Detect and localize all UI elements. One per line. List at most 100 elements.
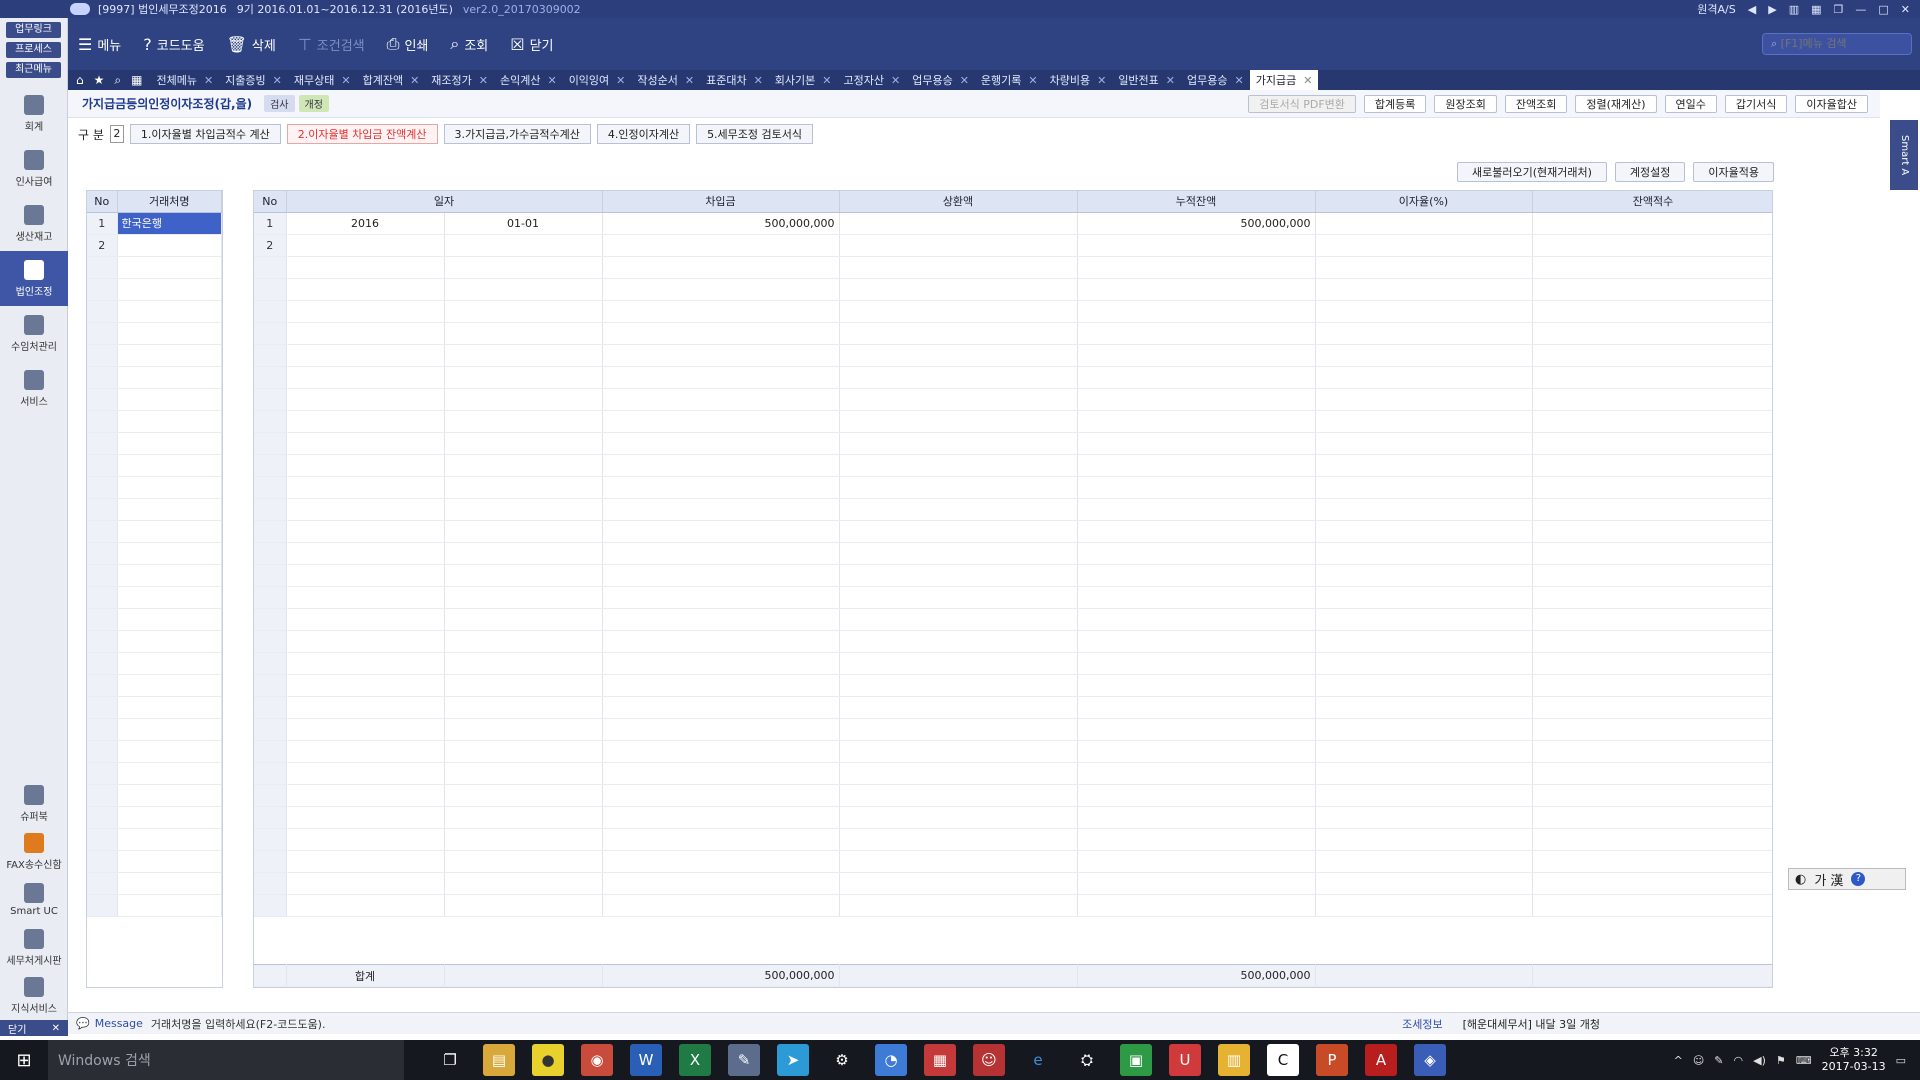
tab-driving-log[interactable]: 운행기록 ✕ [975,70,1044,90]
empty-cell[interactable] [1532,696,1772,719]
subtab-imputed-interest[interactable]: 4.인정이자계산 [596,124,691,144]
empty-cell[interactable] [602,454,840,477]
empty-cell[interactable] [839,894,1078,917]
people-tray-icon[interactable]: ☺ [1693,1054,1704,1067]
empty-row[interactable] [254,256,1772,279]
empty-row[interactable] [254,894,1772,917]
empty-cell[interactable] [1532,740,1772,763]
empty-cell[interactable] [839,564,1078,587]
empty-cell[interactable] [1315,608,1533,631]
empty-cell[interactable] [117,322,222,345]
empty-row[interactable] [254,762,1772,785]
empty-cell[interactable] [444,850,603,873]
empty-cell[interactable] [1077,454,1316,477]
empty-cell[interactable] [839,586,1078,609]
empty-cell[interactable] [1077,608,1316,631]
empty-cell[interactable] [1532,366,1772,389]
empty-cell[interactable] [602,498,840,521]
empty-cell[interactable] [286,674,445,697]
empty-cell[interactable] [602,564,840,587]
empty-cell[interactable] [117,828,222,851]
empty-row[interactable] [254,718,1772,741]
empty-cell[interactable] [1532,410,1772,433]
empty-cell[interactable] [839,542,1078,565]
empty-cell[interactable] [1077,894,1316,917]
empty-row[interactable] [254,476,1772,499]
empty-cell[interactable] [444,476,603,499]
account-settings-button[interactable]: 계정설정 [1614,162,1686,182]
empty-cell[interactable] [602,256,840,279]
network-icon[interactable]: ⚙ [826,1044,858,1076]
empty-row[interactable] [254,674,1772,697]
empty-cell[interactable] [602,608,840,631]
empty-cell[interactable] [602,344,840,367]
empty-cell[interactable] [444,542,603,565]
empty-row[interactable] [254,630,1772,653]
empty-cell[interactable] [1315,432,1533,455]
empty-cell[interactable] [286,344,445,367]
empty-cell[interactable] [1532,520,1772,543]
empty-cell[interactable] [117,894,222,917]
empty-cell[interactable] [286,586,445,609]
empty-cell[interactable] [1077,476,1316,499]
tab-close-icon[interactable]: ✕ [1097,74,1106,87]
empty-cell[interactable] [839,806,1078,829]
empty-row[interactable] [87,608,222,631]
empty-cell[interactable] [602,542,840,565]
empty-cell[interactable] [1077,850,1316,873]
interest-rate-sum-button[interactable]: 이자율합산 [1795,95,1868,113]
empty-row[interactable] [254,652,1772,675]
empty-row[interactable] [87,498,222,521]
tab-trial-balance[interactable]: 합계잔액 ✕ [357,70,426,90]
empty-cell[interactable] [286,520,445,543]
red-app-icon[interactable]: U [1169,1044,1201,1076]
empty-cell[interactable] [602,278,840,301]
sidebar-item-service[interactable]: 서비스 [0,361,68,416]
empty-row[interactable] [254,520,1772,543]
empty-row[interactable] [254,454,1772,477]
flag-icon[interactable]: ⚑ [1776,1054,1786,1067]
empty-cell[interactable] [602,762,840,785]
empty-row[interactable] [87,388,222,411]
empty-row[interactable] [254,388,1772,411]
tab-standard-balance[interactable]: 표준대차 ✕ [700,70,769,90]
empty-cell[interactable] [839,366,1078,389]
empty-cell[interactable] [839,872,1078,895]
tab-close-icon[interactable]: ✕ [479,74,488,87]
empty-cell[interactable] [286,762,445,785]
empty-cell[interactable] [444,256,603,279]
empty-cell[interactable] [1315,762,1533,785]
empty-row[interactable] [254,542,1772,565]
empty-cell[interactable] [839,388,1078,411]
empty-cell[interactable] [839,850,1078,873]
empty-cell[interactable] [286,432,445,455]
empty-cell[interactable] [286,652,445,675]
tax-app-icon[interactable]: ◈ [1414,1044,1446,1076]
sidebar-item-payroll[interactable]: 인사급여 [0,141,68,196]
back-arrow-icon[interactable]: ◀ [1748,3,1756,16]
empty-row[interactable] [87,256,222,279]
empty-cell[interactable] [286,806,445,829]
empty-cell[interactable] [602,718,840,741]
chevron-up-icon[interactable]: ^ [1674,1054,1683,1067]
empty-cell[interactable] [1532,542,1772,565]
windows-start-icon[interactable]: ⊞ [0,1040,48,1080]
section-number-input[interactable]: 2 [109,125,124,143]
home-icon[interactable]: ⌂ [76,73,84,88]
empty-row[interactable] [87,894,222,917]
tab-close-icon[interactable]: ✕ [1303,74,1312,87]
sidebar-link-recent[interactable]: 최근메뉴 [6,62,61,78]
empty-row[interactable] [87,696,222,719]
empty-cell[interactable] [117,432,222,455]
empty-cell[interactable] [839,256,1078,279]
empty-row[interactable] [254,740,1772,763]
empty-cell[interactable] [1077,366,1316,389]
empty-cell[interactable] [1532,828,1772,851]
menu-button[interactable]: ☰ 메뉴 [78,35,121,54]
empty-cell[interactable] [602,784,840,807]
empty-row[interactable] [254,564,1772,587]
empty-cell[interactable] [839,696,1078,719]
empty-cell[interactable] [117,608,222,631]
empty-cell[interactable] [602,300,840,323]
tab-expense-evidence[interactable]: 지출증빙 ✕ [219,70,288,90]
